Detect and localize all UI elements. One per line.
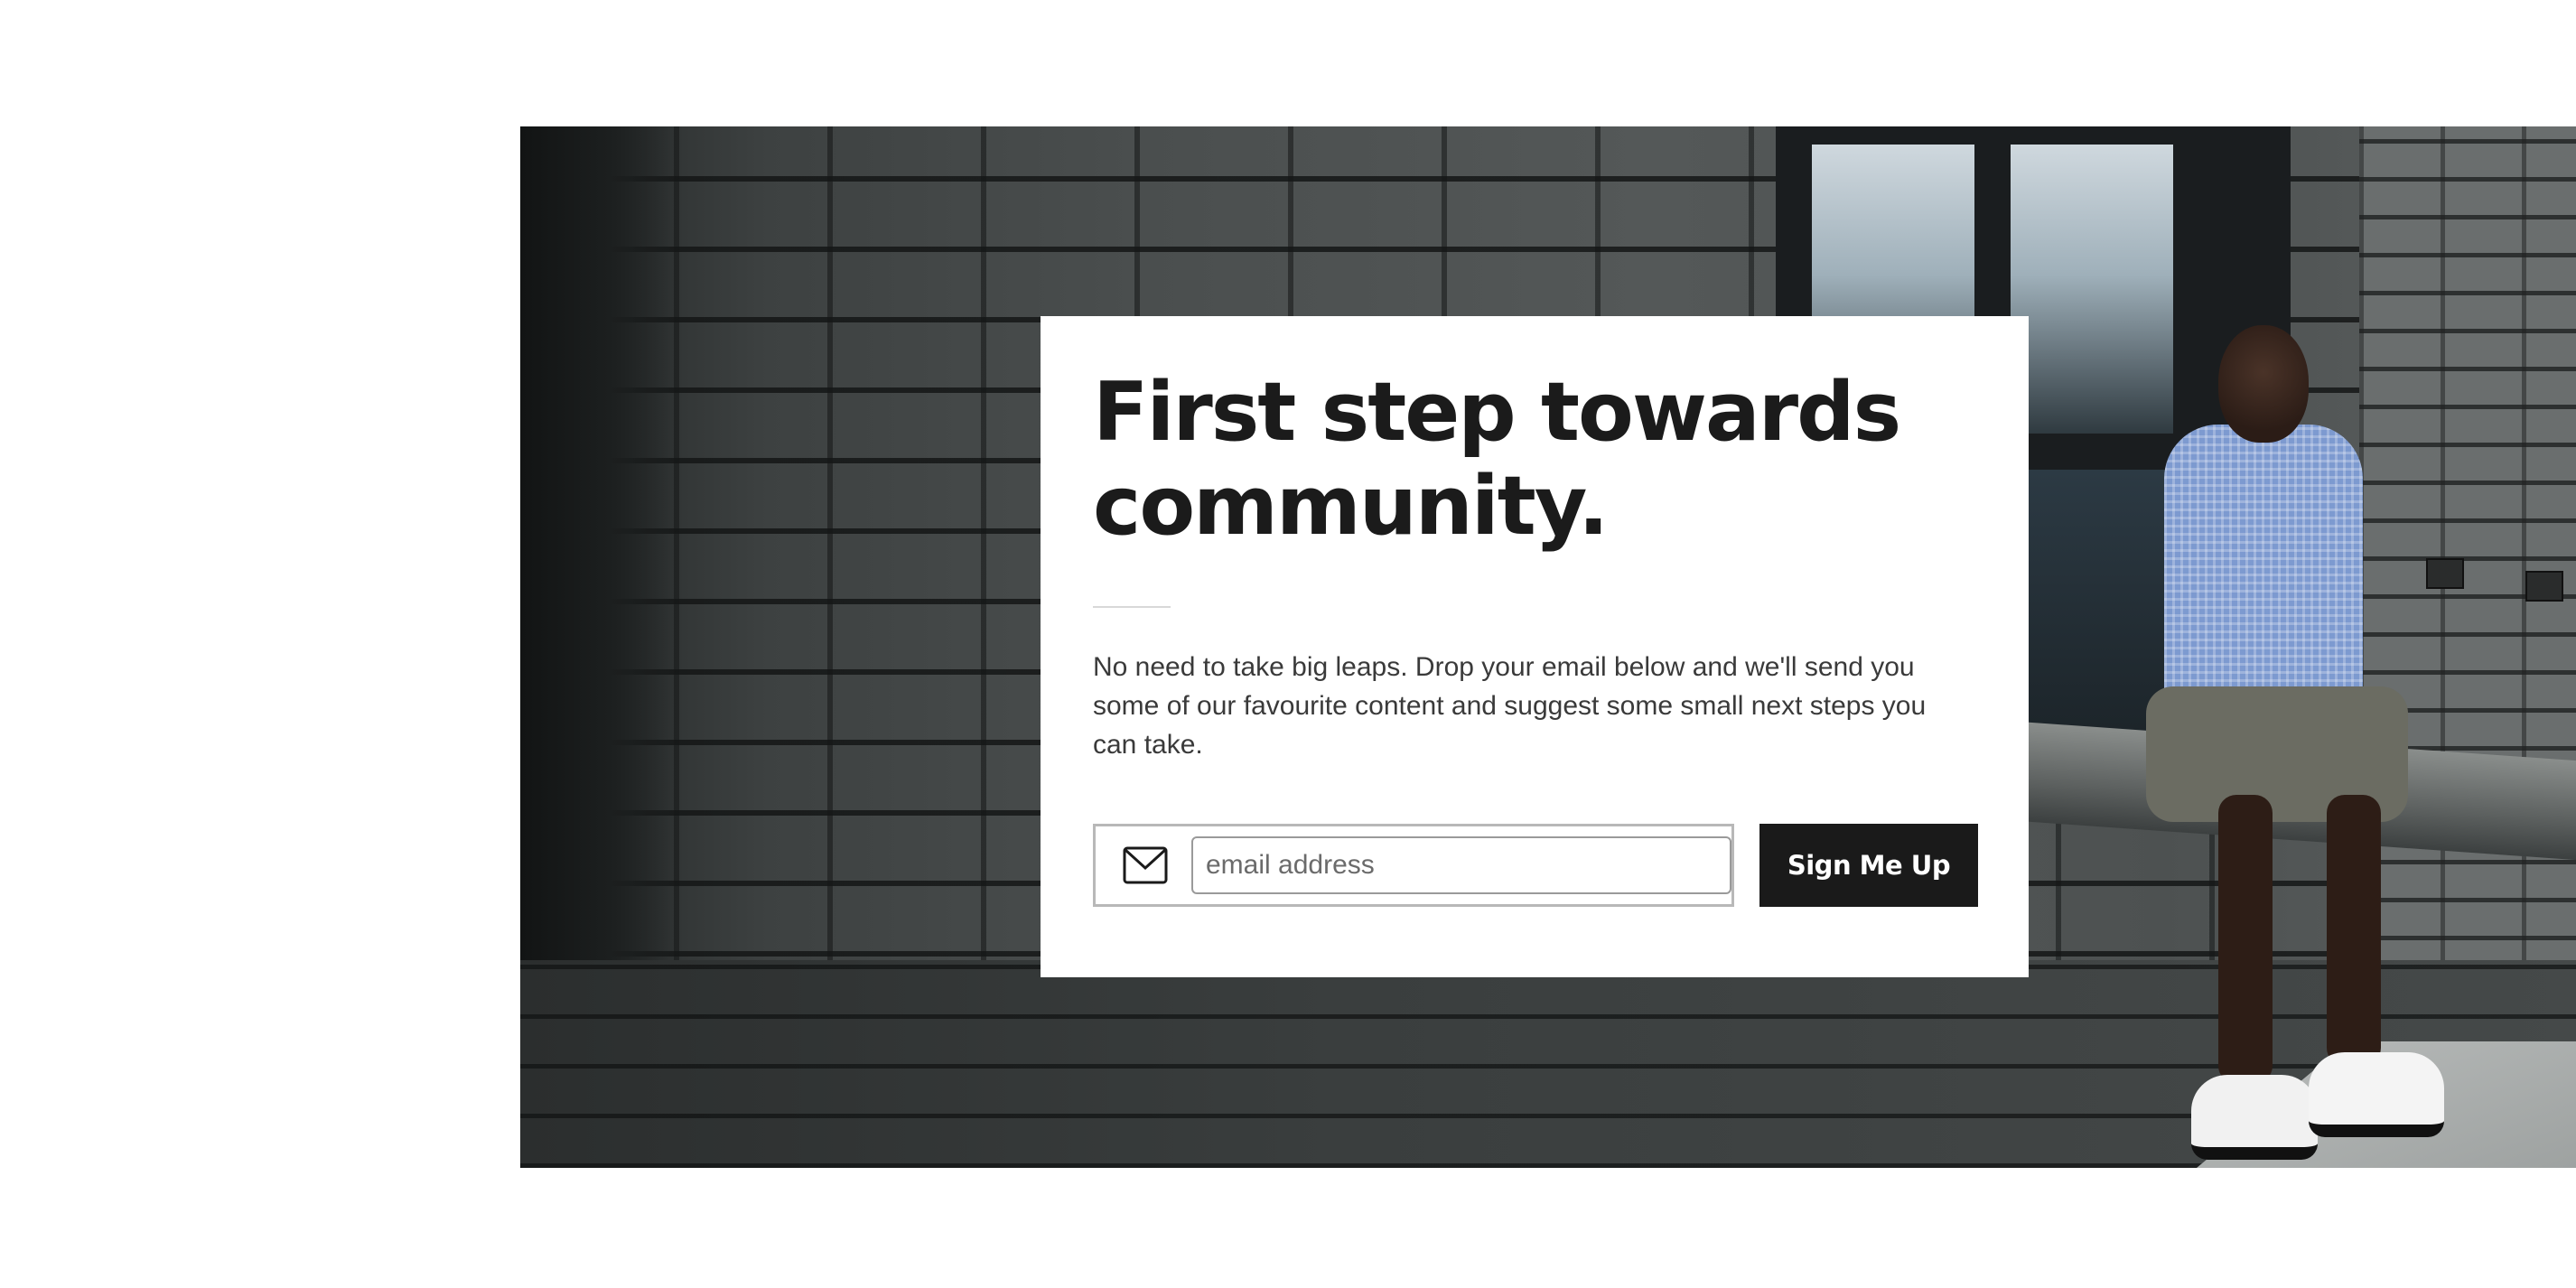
person-shirt	[2164, 425, 2363, 723]
wall-light-fixture	[2525, 571, 2563, 602]
divider	[1093, 606, 1171, 608]
person-leg	[2327, 795, 2381, 1066]
person-sneaker	[2309, 1052, 2444, 1137]
email-field[interactable]	[1191, 836, 1731, 894]
person-sneaker	[2191, 1075, 2318, 1160]
signup-card: First step towards community. No need to…	[1041, 316, 2029, 977]
page-title: First step towards community.	[1093, 365, 1901, 554]
mail-icon	[1123, 846, 1168, 884]
signup-description: No need to take big leaps. Drop your ema…	[1093, 652, 1927, 760]
sign-me-up-button[interactable]: Sign Me Up	[1759, 824, 1978, 907]
seated-person	[2110, 325, 2444, 1168]
person-head	[2218, 325, 2309, 443]
person-leg	[2218, 795, 2273, 1084]
email-field-container	[1093, 824, 1734, 907]
signup-form: Sign Me Up	[1093, 824, 1978, 907]
page: First step towards community. No need to…	[0, 0, 2576, 1288]
